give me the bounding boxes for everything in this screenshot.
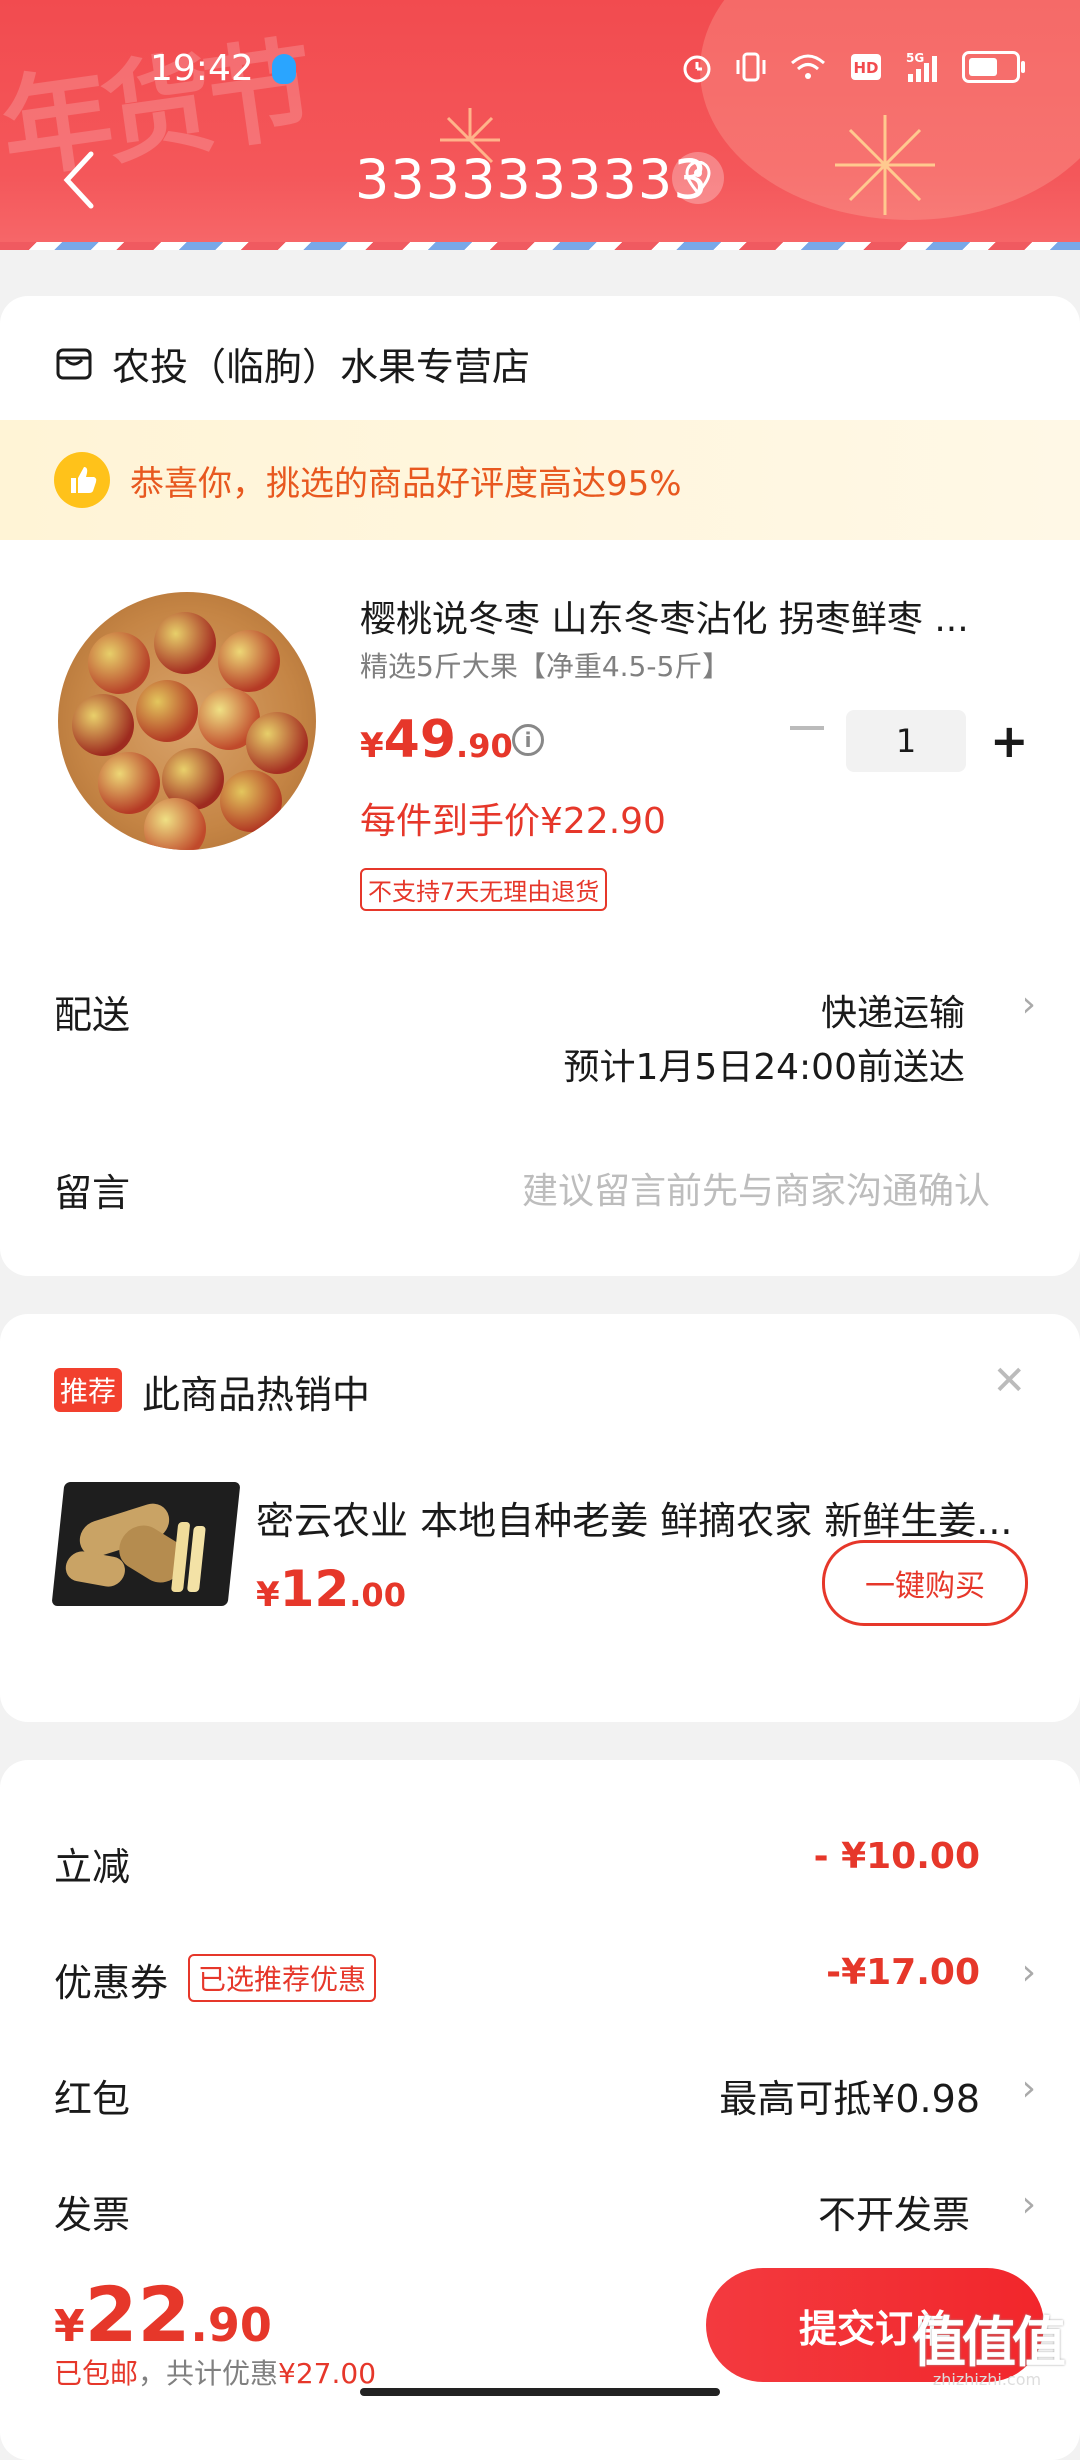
quantity-increase-button[interactable]: + bbox=[990, 718, 1029, 764]
alarm-icon bbox=[683, 55, 711, 83]
chevron-right-icon[interactable]: › bbox=[1022, 984, 1036, 1025]
status-time: 19:42 bbox=[150, 48, 254, 89]
home-indicator[interactable] bbox=[360, 2388, 720, 2396]
page-title: 3333333333 bbox=[355, 148, 709, 211]
store-icon bbox=[56, 348, 92, 379]
product-title[interactable]: 樱桃说冬枣 山东冬枣沾化 拐枣鲜枣 ... bbox=[360, 590, 969, 642]
location-icon[interactable] bbox=[672, 152, 724, 204]
quantity-decrease-button[interactable] bbox=[790, 726, 824, 730]
store-row[interactable]: 农投（临朐）水果专营店 bbox=[54, 336, 530, 391]
chevron-right-icon[interactable]: › bbox=[1022, 1952, 1036, 1993]
one-click-buy-button[interactable]: 一键购买 bbox=[822, 1540, 1028, 1626]
shipping-note: 已包邮 bbox=[54, 2357, 139, 2390]
product-spec[interactable]: 精选5斤大果【净重4.5-5斤】 bbox=[360, 645, 730, 685]
recommend-product-image[interactable] bbox=[51, 1482, 241, 1606]
message-label: 留言 bbox=[54, 1171, 131, 1215]
quantity-input[interactable]: 1 bbox=[846, 710, 966, 772]
instant-discount-label: 立减 bbox=[54, 1845, 131, 1889]
chevron-right-icon[interactable]: › bbox=[1022, 2068, 1036, 2109]
thumbs-up-icon bbox=[54, 452, 110, 508]
invoice-label: 发票 bbox=[54, 2193, 131, 2237]
header: 年货节 19:42 HD 5G 3333333333 bbox=[0, 0, 1080, 250]
close-icon[interactable]: ✕ bbox=[992, 1358, 1026, 1404]
svg-text:HD: HD bbox=[853, 59, 878, 77]
store-name: 农投（临朐）水果专营店 bbox=[112, 345, 531, 389]
svg-text:5G: 5G bbox=[906, 51, 924, 65]
watermark-logo: 值值值 bbox=[912, 2311, 1066, 2374]
coupon-label: 优惠券 bbox=[54, 1961, 169, 2005]
recommend-tag: 推荐 bbox=[54, 1368, 123, 1412]
return-policy-badge: 不支持7天无理由退货 bbox=[360, 868, 608, 911]
product-image[interactable] bbox=[58, 592, 316, 850]
address-stripe bbox=[0, 242, 1080, 250]
invoice-value[interactable]: 不开发票 bbox=[818, 2184, 970, 2239]
saved-amount: ¥27.00 bbox=[278, 2357, 377, 2390]
delivery-eta: 预计1月5日24:00前送达 bbox=[563, 1047, 965, 1088]
qq-notification-icon bbox=[272, 54, 296, 84]
hd-icon: HD bbox=[851, 54, 881, 80]
total-summary: 已包邮，共计优惠¥27.00 bbox=[54, 2357, 377, 2390]
unit-price: 每件到手价¥22.90 bbox=[360, 801, 666, 842]
status-bar: 19:42 HD 5G bbox=[0, 40, 1080, 100]
message-input[interactable]: 建议留言前先与商家沟通确认 bbox=[522, 1162, 990, 1214]
rating-banner: 恭喜你，挑选的商品好评度高达95% bbox=[0, 420, 1080, 540]
recommend-title: 此商品热销中 bbox=[142, 1373, 371, 1417]
product-price: ¥49.90 bbox=[360, 710, 513, 770]
vibrate-icon bbox=[736, 52, 766, 82]
signal-5g-icon: 5G bbox=[906, 51, 937, 82]
coupon-tag: 已选推荐优惠 bbox=[188, 1954, 377, 2002]
wifi-icon bbox=[791, 54, 825, 79]
info-icon[interactable]: i bbox=[512, 724, 544, 756]
instant-discount-value: - ¥10.00 bbox=[813, 1836, 980, 1877]
watermark: 值值值 zhizhizhi.com bbox=[912, 2311, 1066, 2390]
delivery-label: 配送 bbox=[54, 993, 131, 1037]
chevron-right-icon[interactable]: › bbox=[1022, 2184, 1036, 2225]
rating-banner-text: 恭喜你，挑选的商品好评度高达95% bbox=[130, 463, 682, 504]
recommend-product-title[interactable]: 密云农业 本地自种老姜 鲜摘农家 新鲜生姜... bbox=[256, 1490, 1012, 1545]
back-button[interactable] bbox=[55, 148, 105, 212]
delivery-method[interactable]: 快递运输 bbox=[821, 984, 965, 1036]
redpacket-label: 红包 bbox=[54, 2077, 131, 2121]
festival-decoration: 年货节 bbox=[0, 24, 315, 195]
watermark-url: zhizhizhi.com bbox=[932, 2370, 1042, 2389]
firework-icon bbox=[835, 115, 935, 215]
battery-icon bbox=[962, 51, 1025, 83]
coupon-value[interactable]: -¥17.00 bbox=[826, 1952, 980, 1993]
status-icons: HD 5G bbox=[680, 50, 1025, 84]
redpacket-value[interactable]: 最高可抵¥0.98 bbox=[719, 2068, 980, 2123]
total-price: ¥22.90 bbox=[54, 2270, 272, 2359]
recommend-product-price: ¥12.00 bbox=[256, 1560, 406, 1618]
